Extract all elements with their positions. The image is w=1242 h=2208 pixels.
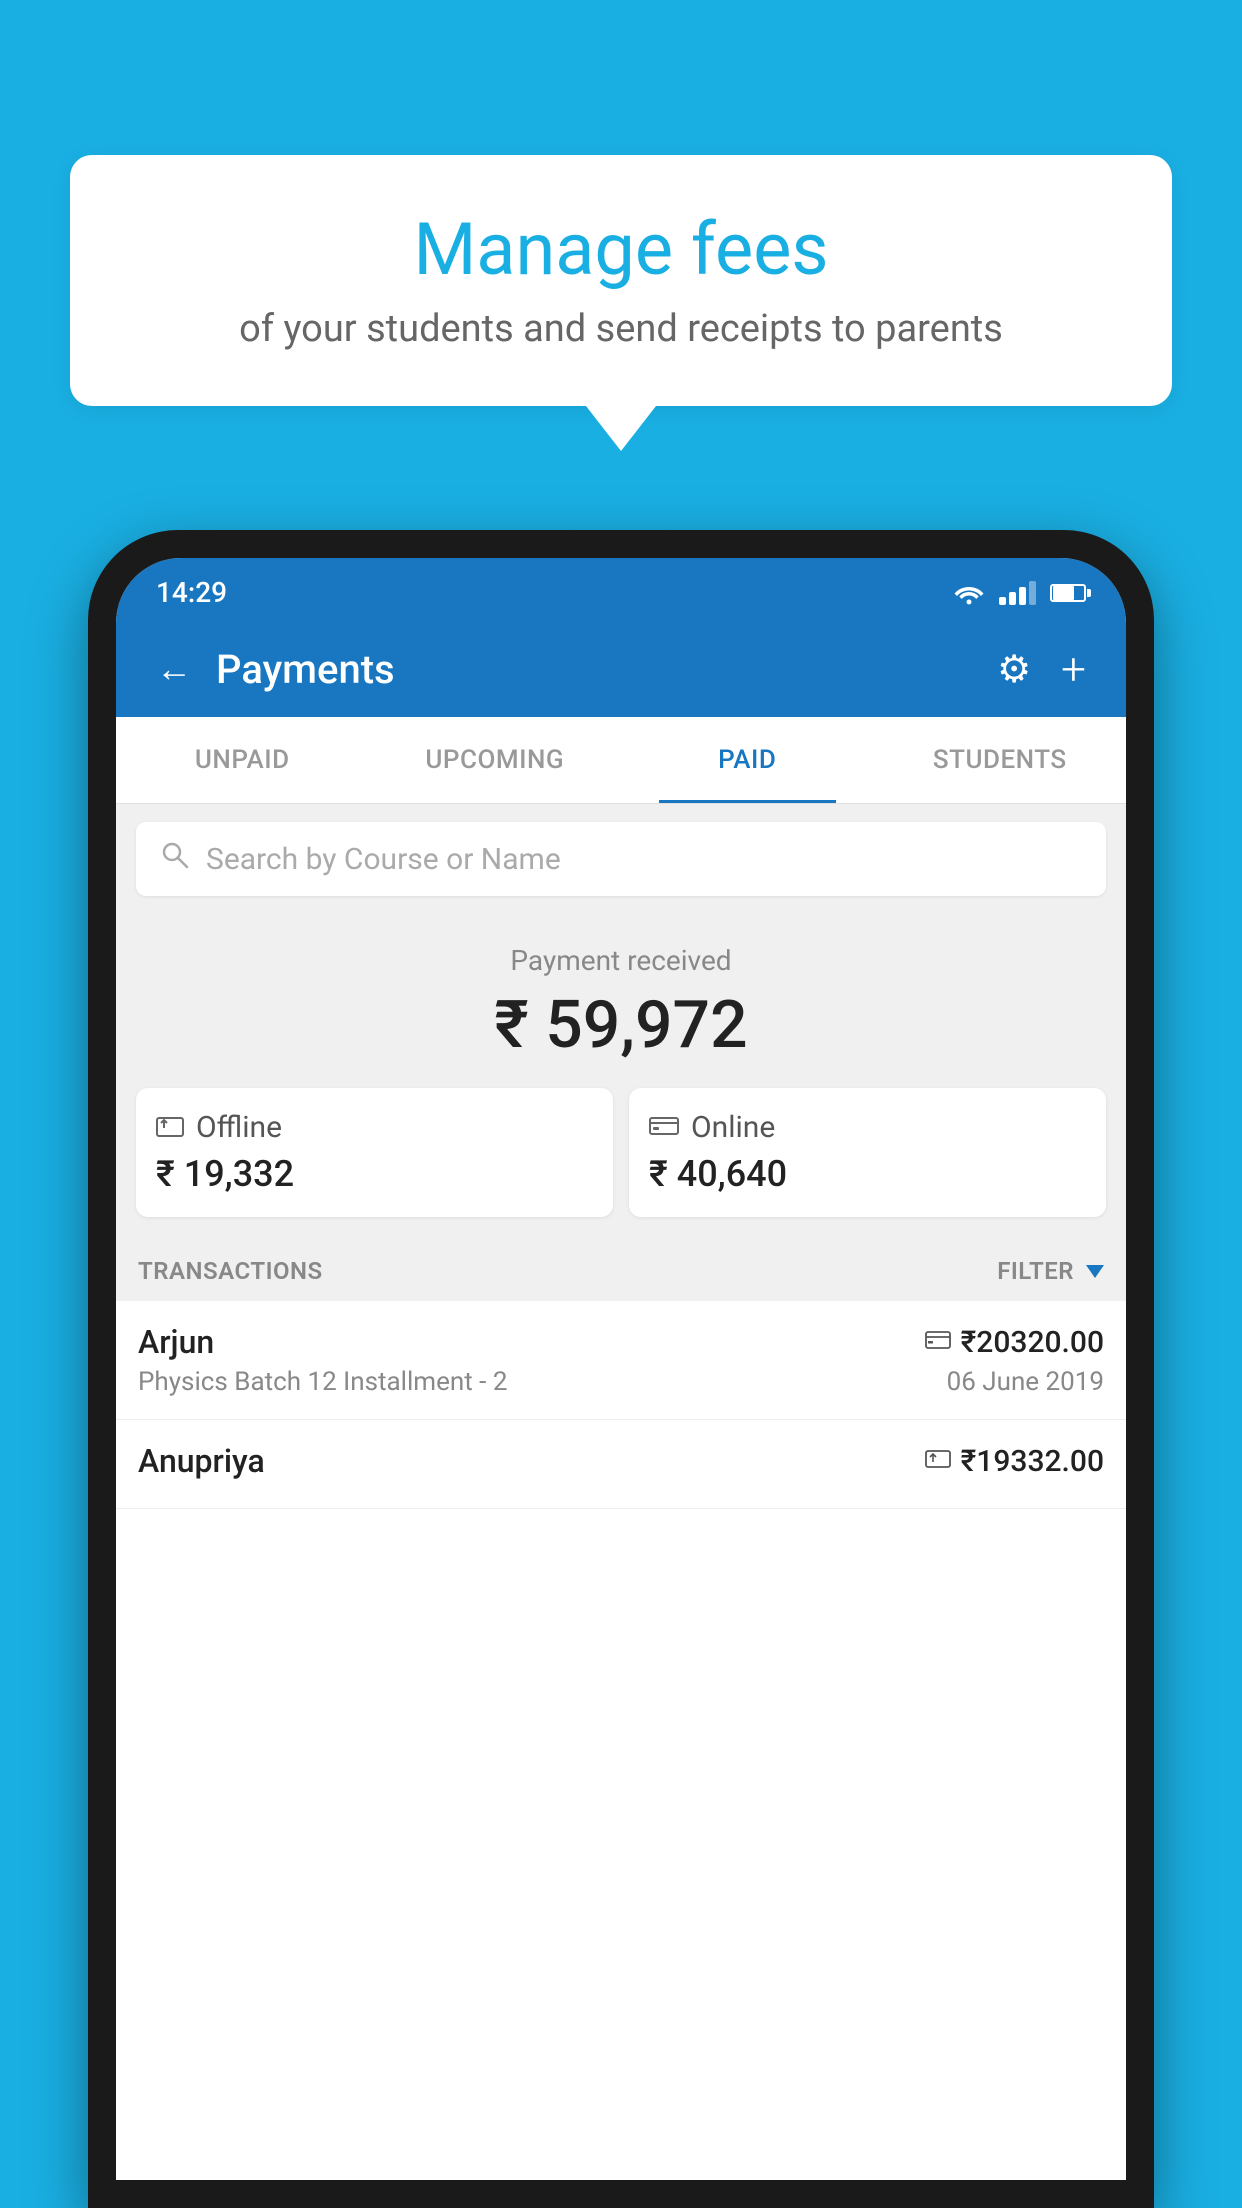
tabs-bar: UNPAID UPCOMING PAID STUDENTS xyxy=(116,717,1126,804)
transactions-header: TRANSACTIONS FILTER xyxy=(116,1241,1126,1301)
online-amount: ₹ 40,640 xyxy=(649,1153,1086,1195)
settings-icon[interactable]: ⚙ xyxy=(997,647,1031,692)
page-title: Payments xyxy=(216,646,395,693)
tab-paid[interactable]: PAID xyxy=(621,717,874,803)
search-container[interactable]: Search by Course or Name xyxy=(136,822,1106,896)
transaction-course: Physics Batch 12 Installment - 2 xyxy=(138,1367,507,1397)
header-right: ⚙ + xyxy=(997,643,1086,695)
status-icons xyxy=(953,581,1086,605)
filter-button[interactable]: FILTER xyxy=(997,1257,1104,1285)
transaction-amount-wrap: ₹20320.00 xyxy=(925,1325,1104,1360)
transaction-top-row: Arjun ₹20320.00 xyxy=(138,1323,1104,1361)
back-button[interactable]: ← xyxy=(156,651,192,687)
battery-fill xyxy=(1053,586,1074,600)
tab-students[interactable]: STUDENTS xyxy=(874,717,1127,803)
search-input[interactable]: Search by Course or Name xyxy=(206,842,561,877)
speech-bubble: Manage fees of your students and send re… xyxy=(70,155,1172,406)
filter-triangle-icon xyxy=(1086,1265,1104,1278)
offline-payment-card: Offline ₹ 19,332 xyxy=(136,1088,613,1217)
payment-received-label: Payment received xyxy=(136,944,1106,977)
battery-icon xyxy=(1050,584,1086,602)
online-card-header: Online xyxy=(649,1110,1086,1145)
phone-frame: 14:29 xyxy=(88,530,1154,2208)
speech-bubble-container: Manage fees of your students and send re… xyxy=(70,155,1172,451)
speech-bubble-arrow xyxy=(586,406,656,451)
phone-screen: 14:29 xyxy=(116,558,1126,2180)
transaction-amount: ₹20320.00 xyxy=(961,1325,1104,1360)
status-time: 14:29 xyxy=(156,576,227,609)
header-left: ← Payments xyxy=(156,646,395,693)
cards-row: Offline ₹ 19,332 Onli xyxy=(116,1088,1126,1241)
online-payment-card: Online ₹ 40,640 xyxy=(629,1088,1106,1217)
bubble-subtitle: of your students and send receipts to pa… xyxy=(130,307,1112,351)
offline-icon xyxy=(156,1111,184,1144)
table-row[interactable]: Arjun ₹20320.00 xyxy=(116,1301,1126,1420)
tab-upcoming[interactable]: UPCOMING xyxy=(369,717,622,803)
transaction-top-row: Anupriya ₹19332.00 xyxy=(138,1442,1104,1480)
transaction-date: 06 June 2019 xyxy=(947,1367,1104,1397)
add-icon[interactable]: + xyxy=(1061,643,1086,695)
transaction-card-icon xyxy=(925,1449,951,1473)
app-header: ← Payments ⚙ + xyxy=(116,621,1126,717)
transaction-name: Arjun xyxy=(138,1323,214,1361)
wifi-icon xyxy=(953,581,985,605)
tab-unpaid[interactable]: UNPAID xyxy=(116,717,369,803)
transaction-list: Arjun ₹20320.00 xyxy=(116,1301,1126,2180)
transaction-amount: ₹19332.00 xyxy=(961,1444,1104,1479)
content-area: Search by Course or Name Payment receive… xyxy=(116,804,1126,2180)
transactions-label: TRANSACTIONS xyxy=(138,1257,323,1285)
online-label: Online xyxy=(691,1110,775,1145)
status-bar: 14:29 xyxy=(116,558,1126,621)
signal-icon xyxy=(999,581,1036,605)
payment-received-amount: ₹ 59,972 xyxy=(136,987,1106,1064)
payment-received-section: Payment received ₹ 59,972 xyxy=(116,914,1126,1088)
offline-amount: ₹ 19,332 xyxy=(156,1153,593,1195)
offline-label: Offline xyxy=(196,1110,282,1145)
transaction-amount-wrap: ₹19332.00 xyxy=(925,1444,1104,1479)
bubble-title: Manage fees xyxy=(130,210,1112,289)
offline-card-header: Offline xyxy=(156,1110,593,1145)
transaction-card-icon xyxy=(925,1330,951,1354)
online-icon xyxy=(649,1111,679,1144)
transaction-name: Anupriya xyxy=(138,1442,265,1480)
transaction-bottom-row: Physics Batch 12 Installment - 2 06 June… xyxy=(138,1367,1104,1397)
search-icon xyxy=(160,840,190,878)
table-row[interactable]: Anupriya ₹19332.00 xyxy=(116,1420,1126,1509)
